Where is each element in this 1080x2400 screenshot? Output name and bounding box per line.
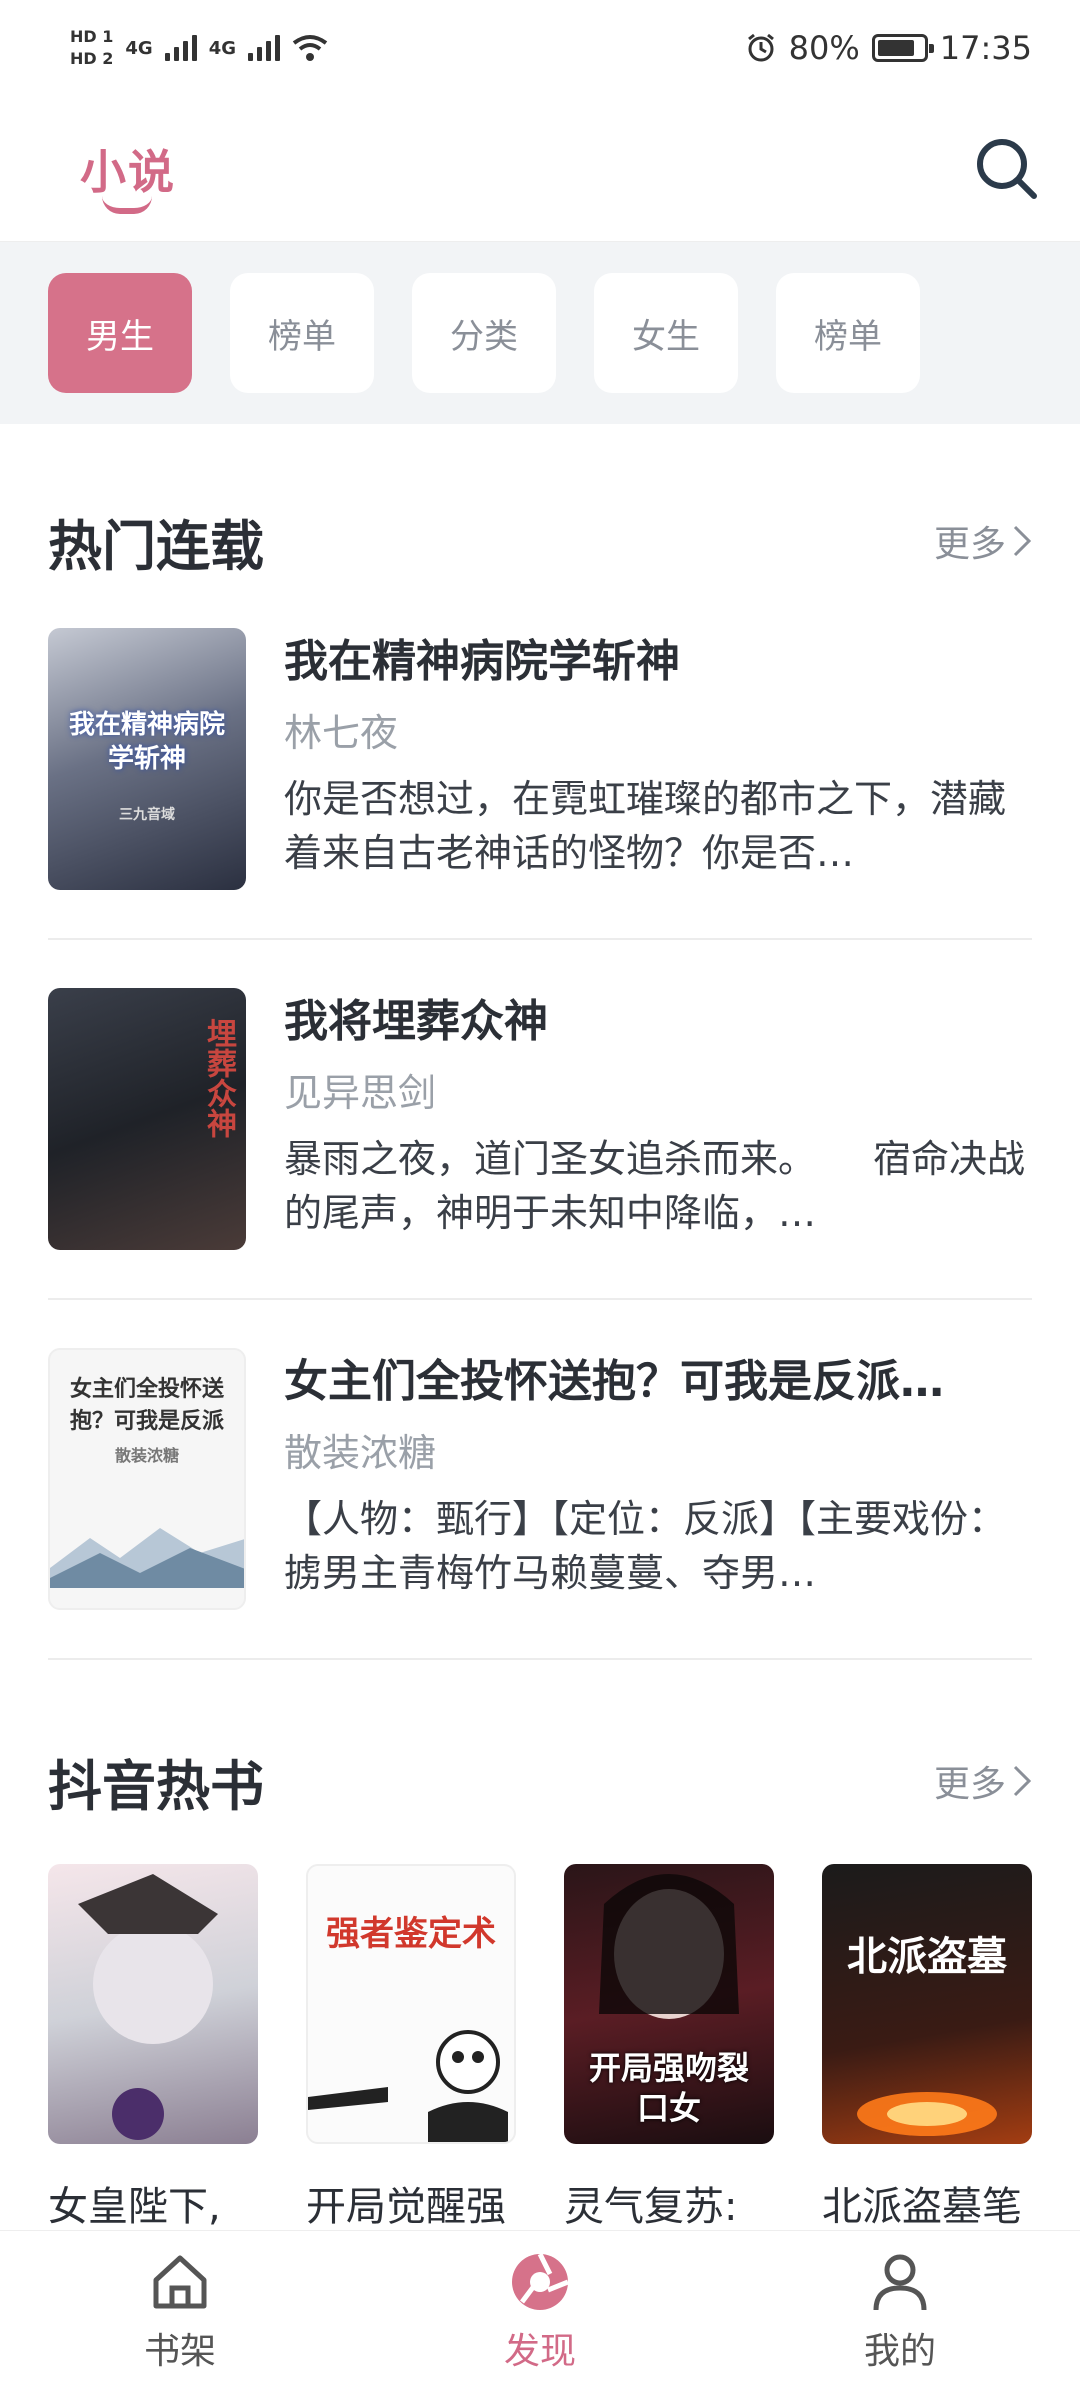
book-title: 我在精神病院学斩神 xyxy=(284,636,680,687)
cover-title: 女主们全投怀送抱？可我是反派 xyxy=(70,1377,225,1434)
cover-title: 我在精神病院学斩神 xyxy=(68,710,225,774)
more-label: 更多 xyxy=(933,1764,1006,1805)
book-info: 我将埋葬众神 见异思剑 暴雨之夜，道门圣女追杀而来。 宿命决战的尾声，神明于未知… xyxy=(284,988,1032,1250)
chip-category[interactable]: 分类 xyxy=(412,273,556,393)
book-item[interactable]: 我在精神病院学斩神 三九音域 我在精神病院学斩神 林七夜 你是否想过，在霓虹璀璨… xyxy=(48,628,1032,890)
network-type-2: 4G xyxy=(208,37,236,59)
signal-icon-2 xyxy=(248,35,280,61)
chip-ranking-2[interactable]: 榜单 xyxy=(776,273,920,393)
tab-discover[interactable]: 发现 xyxy=(440,2250,640,2374)
divider xyxy=(48,1298,1032,1300)
book-cover xyxy=(48,1864,258,2144)
app-logo: 小说 xyxy=(80,136,176,214)
profile-icon xyxy=(873,2254,927,2310)
douyin-section-header: 抖音热书 更多 xyxy=(48,1746,1032,1818)
cover-title: 北派盗墓 xyxy=(847,1934,1007,1980)
douyin-book-row: 女皇陛下, 强者鉴定术 开局觉醒强 开局强吻裂口女 灵气复苏: 北派盗墓 北派盗… xyxy=(48,1864,1032,2234)
book-cover: 我在精神病院学斩神 三九音域 xyxy=(48,628,246,890)
book-title: 灵气复苏: xyxy=(564,2184,738,2230)
hot-book-item[interactable]: 强者鉴定术 开局觉醒强 xyxy=(306,1864,516,2234)
status-bar: HD 1 HD 2 4G 4G 80% 17:35 xyxy=(0,0,1080,96)
book-cover: 女主们全投怀送抱？可我是反派 散装浓糖 xyxy=(48,1348,246,1610)
more-link[interactable]: 更多 xyxy=(934,515,1032,567)
more-label: 更多 xyxy=(933,524,1006,565)
cover-author: 三九音域 xyxy=(119,807,175,823)
book-description: 暴雨之夜，道门圣女追杀而来。 宿命决战的尾声，神明于未知中降临，… xyxy=(284,1137,1026,1235)
sim-indicator: HD 1 HD 2 xyxy=(70,28,113,68)
clock: 17:35 xyxy=(939,29,1032,67)
chip-female[interactable]: 女生 xyxy=(594,273,738,393)
tab-label: 书架 xyxy=(143,2330,216,2372)
book-cover: 开局强吻裂口女 xyxy=(564,1864,774,2144)
app-header: 小说 xyxy=(0,96,1080,242)
book-description: 【人物：甄行】【定位：反派】【主要戏份：掳男主青梅竹马赖蔓蔓、夺男… xyxy=(284,1497,1007,1595)
book-cover: 强者鉴定术 xyxy=(306,1864,516,2144)
book-info: 我在精神病院学斩神 林七夜 你是否想过，在霓虹璀璨的都市之下，潜藏着来自古老神话… xyxy=(284,628,1032,890)
hot-book-item[interactable]: 北派盗墓 北派盗墓笔 xyxy=(822,1864,1032,2234)
divider xyxy=(48,938,1032,940)
home-icon xyxy=(153,2255,207,2308)
hot-book-item[interactable]: 开局强吻裂口女 灵气复苏: xyxy=(564,1864,774,2234)
wifi-icon xyxy=(292,35,328,61)
section-title: 热门连载 xyxy=(48,514,264,578)
cover-title: 埋葬众神 xyxy=(201,1018,236,1138)
chevron-right-icon xyxy=(1013,525,1032,557)
cover-title: 开局强吻裂口女 xyxy=(588,2049,749,2127)
chip-ranking[interactable]: 榜单 xyxy=(230,273,374,393)
search-icon[interactable] xyxy=(974,136,1040,202)
battery-percent: 80% xyxy=(788,29,860,67)
book-item[interactable]: 女主们全投怀送抱？可我是反派 散装浓糖 女主们全投怀送抱？可我是反派… 散装浓糖… xyxy=(48,1348,1032,1610)
hot-book-item[interactable]: 女皇陛下, xyxy=(48,1864,258,2234)
book-title: 开局觉醒强 xyxy=(306,2184,506,2230)
battery-icon xyxy=(871,34,934,62)
logo-text: 小说 xyxy=(80,144,176,199)
divider xyxy=(48,1658,1032,1660)
serial-section-header: 热门连载 更多 xyxy=(48,506,1032,578)
book-title: 女皇陛下, xyxy=(48,2184,221,2230)
chip-male[interactable]: 男生 xyxy=(48,273,192,393)
book-cover: 埋葬众神 xyxy=(48,988,246,1250)
book-item[interactable]: 埋葬众神 我将埋葬众神 见异思剑 暴雨之夜，道门圣女追杀而来。 宿命决战的尾声，… xyxy=(48,988,1032,1250)
book-author: 散装浓糖 xyxy=(284,1431,437,1475)
book-description: 你是否想过，在霓虹璀璨的都市之下，潜藏着来自古老神话的怪物？你是否… xyxy=(284,777,1007,875)
bottom-tab-bar: 书架 发现 我的 xyxy=(0,2230,1080,2400)
logo-smile xyxy=(102,196,152,214)
book-author: 见异思剑 xyxy=(284,1071,437,1115)
book-title: 我将埋葬众神 xyxy=(284,996,548,1047)
book-title: 北派盗墓笔 xyxy=(822,2184,1022,2230)
cover-title: 强者鉴定术 xyxy=(326,1914,496,1954)
sim2-label: HD 2 xyxy=(70,49,114,68)
alarm-icon xyxy=(747,33,774,62)
tab-label: 我的 xyxy=(863,2330,936,2372)
tab-profile[interactable]: 我的 xyxy=(800,2250,1000,2374)
more-link[interactable]: 更多 xyxy=(934,1755,1032,1807)
discover-icon xyxy=(512,2252,569,2310)
cover-author: 散装浓糖 xyxy=(114,1446,179,1465)
signal-icon xyxy=(164,35,197,61)
cover-illustration xyxy=(78,1874,218,2140)
book-info: 女主们全投怀送抱？可我是反派… 散装浓糖 【人物：甄行】【定位：反派】【主要戏份… xyxy=(284,1348,1032,1610)
tab-label: 发现 xyxy=(503,2330,576,2372)
cover-illustration xyxy=(308,2030,508,2142)
sim1-label: HD 1 xyxy=(70,27,114,46)
book-author: 林七夜 xyxy=(284,711,399,755)
category-chips: 男生 榜单 分类 女生 榜单 xyxy=(0,242,1080,424)
status-left: HD 1 HD 2 4G 4G xyxy=(70,28,328,68)
chevron-right-icon xyxy=(1013,1765,1032,1797)
status-right: 80% 17:35 xyxy=(745,29,1032,67)
cover-illustration xyxy=(857,2092,997,2136)
book-cover: 北派盗墓 xyxy=(822,1864,1032,2144)
network-type-1: 4G xyxy=(125,37,153,59)
section-title: 抖音热书 xyxy=(48,1754,264,1818)
book-title: 女主们全投怀送抱？可我是反派… xyxy=(284,1356,944,1407)
mountain-illustration xyxy=(50,1528,244,1588)
tab-bookshelf[interactable]: 书架 xyxy=(80,2250,280,2374)
